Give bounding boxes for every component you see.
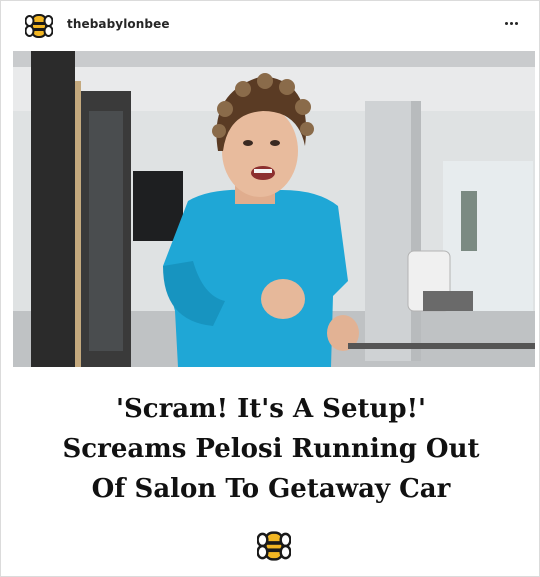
post-header: thebabylonbee (1, 1, 539, 49)
headline-line-2: Screams Pelosi Running Out (62, 434, 480, 464)
babylon-bee-logo-icon (256, 529, 292, 563)
post-username[interactable]: thebabylonbee (67, 17, 170, 31)
instagram-post: thebabylonbee 'Scram! It's A Setup!' Scr… (0, 0, 540, 577)
headline-line-3: Of Salon To Getaway Car (91, 474, 451, 504)
post-image[interactable] (13, 51, 535, 367)
babylon-bee-logo-icon[interactable] (24, 13, 54, 39)
post-headline: 'Scram! It's A Setup!' Screams Pelosi Ru… (41, 389, 501, 509)
headline-line-1: 'Scram! It's A Setup!' (116, 394, 426, 424)
more-options-icon[interactable] (499, 11, 523, 35)
